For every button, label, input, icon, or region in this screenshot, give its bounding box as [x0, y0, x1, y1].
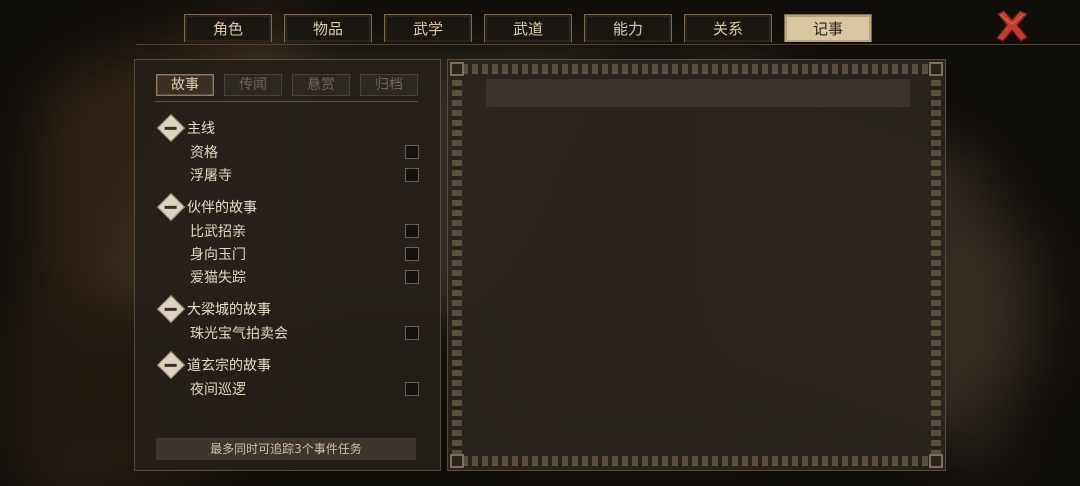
- quest-group-header[interactable]: 主线: [156, 113, 421, 143]
- border-ornament: [462, 64, 931, 74]
- quest-item[interactable]: 夜间巡逻: [157, 377, 421, 400]
- tab-items[interactable]: 物品: [284, 14, 372, 42]
- track-checkbox[interactable]: [405, 325, 419, 340]
- quest-item[interactable]: 比武招亲: [157, 219, 421, 242]
- quest-item-label: 资格: [190, 144, 218, 161]
- quest-group-header[interactable]: 大梁城的故事: [156, 294, 421, 324]
- quest-group-title: 大梁城的故事: [187, 302, 271, 318]
- quest-list-panel: 故事 传闻 悬赏 归档 主线 资格 浮屠寺 伙伴的故事 比武招亲 身向玉门 爱猫…: [134, 59, 441, 471]
- close-icon: [996, 10, 1029, 42]
- corner-ornament: [929, 62, 943, 76]
- quest-group-title: 伙伴的故事: [187, 200, 257, 216]
- quest-item-label: 夜间巡逻: [190, 381, 246, 398]
- tab-martial-arts[interactable]: 武学: [384, 14, 472, 42]
- collapse-icon: [156, 113, 186, 143]
- border-ornament: [931, 74, 941, 456]
- sub-tab-bar: 故事 传闻 悬赏 归档: [156, 74, 418, 96]
- quest-item[interactable]: 浮屠寺: [157, 163, 421, 186]
- quest-item[interactable]: 资格: [157, 140, 421, 163]
- subtab-story[interactable]: 故事: [156, 74, 214, 96]
- quest-item-label: 爱猫失踪: [190, 269, 246, 286]
- track-checkbox[interactable]: [405, 167, 419, 182]
- close-button[interactable]: [994, 8, 1030, 44]
- quest-item[interactable]: 珠光宝气拍卖会: [157, 321, 421, 344]
- collapse-icon: [156, 192, 186, 222]
- subtab-divider: [155, 101, 418, 102]
- quest-group-title: 道玄宗的故事: [187, 358, 271, 374]
- tracking-limit-note: 最多同时可追踪3个事件任务: [156, 438, 416, 460]
- track-checkbox[interactable]: [405, 144, 419, 159]
- quest-detail-panel: [447, 59, 946, 471]
- collapse-icon: [156, 294, 186, 324]
- corner-ornament: [450, 454, 464, 468]
- quest-item-label: 比武招亲: [190, 223, 246, 240]
- track-checkbox[interactable]: [405, 246, 419, 261]
- tab-abilities[interactable]: 能力: [584, 14, 672, 42]
- subtab-rumors[interactable]: 传闻: [224, 74, 282, 96]
- quest-item-label: 身向玉门: [190, 246, 246, 263]
- tab-divider: [136, 44, 1080, 45]
- quest-item[interactable]: 爱猫失踪: [157, 265, 421, 288]
- quest-item-label: 珠光宝气拍卖会: [190, 325, 288, 342]
- quest-item-label: 浮屠寺: [190, 167, 232, 184]
- tab-journal[interactable]: 记事: [784, 14, 872, 42]
- quest-group-header[interactable]: 道玄宗的故事: [156, 350, 421, 380]
- collapse-icon: [156, 350, 186, 380]
- border-ornament: [462, 456, 931, 466]
- quest-group-header[interactable]: 伙伴的故事: [156, 192, 421, 222]
- subtab-bounty[interactable]: 悬赏: [292, 74, 350, 96]
- track-checkbox[interactable]: [405, 381, 419, 396]
- quest-detail-title-bar: [486, 79, 910, 107]
- quest-group-title: 主线: [187, 121, 215, 137]
- tab-martial-way[interactable]: 武道: [484, 14, 572, 42]
- tab-character[interactable]: 角色: [184, 14, 272, 42]
- quest-item[interactable]: 身向玉门: [157, 242, 421, 265]
- corner-ornament: [450, 62, 464, 76]
- quest-groups: 主线 资格 浮屠寺 伙伴的故事 比武招亲 身向玉门 爱猫失踪 大梁城的故事 珠光…: [156, 113, 421, 400]
- main-tab-bar: 角色 物品 武学 武道 能力 关系 记事: [184, 14, 872, 44]
- corner-ornament: [929, 454, 943, 468]
- track-checkbox[interactable]: [405, 269, 419, 284]
- tab-relations[interactable]: 关系: [684, 14, 772, 42]
- border-ornament: [452, 74, 462, 456]
- subtab-archive[interactable]: 归档: [360, 74, 418, 96]
- track-checkbox[interactable]: [405, 223, 419, 238]
